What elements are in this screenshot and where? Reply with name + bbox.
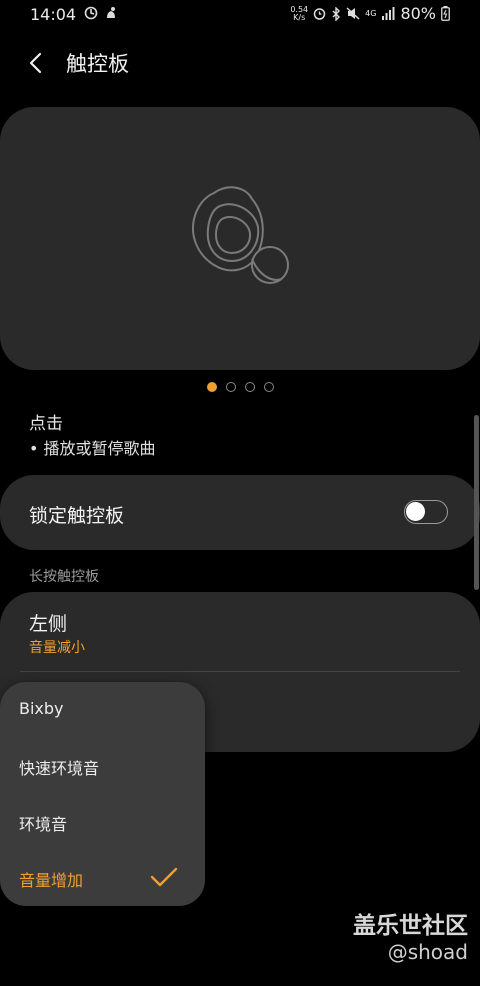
battery-icon xyxy=(441,6,450,21)
tap-gesture-title: 点击 xyxy=(29,414,63,434)
menu-item-volume-up[interactable]: 音量增加 xyxy=(0,850,205,906)
notification-icon xyxy=(107,7,115,18)
back-arrow-icon xyxy=(29,52,42,74)
checkmark-icon xyxy=(150,867,178,887)
back-button[interactable] xyxy=(18,46,52,80)
long-press-options-menu: Bixby 快速环境音 环境音 音量增加 xyxy=(0,682,205,906)
network-type: 4G xyxy=(365,8,377,18)
page-indicator xyxy=(207,382,274,392)
menu-item-label: Bixby xyxy=(19,699,64,718)
bluetooth-icon xyxy=(332,6,341,21)
lock-touchpad-toggle[interactable] xyxy=(404,500,448,524)
menu-item-label: 快速环境音 xyxy=(19,759,100,778)
network-type-label: 4G xyxy=(365,8,377,18)
page-dot-1[interactable] xyxy=(207,382,217,392)
watermark-user: @shoad xyxy=(387,940,468,964)
divider xyxy=(20,671,460,672)
status-left-icons xyxy=(84,6,118,20)
long-press-left-value: 音量减小 xyxy=(29,640,85,656)
page-dot-4[interactable] xyxy=(264,382,274,392)
status-right-icons: 0.54 K/s 4G 80% xyxy=(290,4,450,23)
page-dot-3[interactable] xyxy=(245,382,255,392)
page-title: 触控板 xyxy=(66,52,129,76)
lock-touchpad-row[interactable]: 锁定触控板 xyxy=(0,475,480,550)
scrollbar[interactable] xyxy=(474,415,479,590)
menu-item-bixby[interactable]: Bixby xyxy=(0,682,205,738)
lock-touchpad-label: 锁定触控板 xyxy=(29,505,125,527)
earbud-icon xyxy=(192,186,289,284)
menu-item-quick-ambient[interactable]: 快速环境音 xyxy=(0,738,205,794)
long-press-left-title: 左侧 xyxy=(29,613,68,635)
watermark-brand: 盖乐世社区 xyxy=(353,913,468,939)
status-time: 14:04 xyxy=(30,5,77,24)
menu-item-label: 环境音 xyxy=(19,815,68,834)
network-speed-unit: K/s xyxy=(293,12,306,22)
signal-icon xyxy=(382,7,395,20)
alarm-icon xyxy=(313,8,326,20)
status-bar: 14:04 0.54 K/s 4G 80% xyxy=(0,0,480,30)
toggle-knob xyxy=(406,502,425,521)
tap-gesture-description: • 播放或暂停歌曲 xyxy=(29,439,156,458)
sync-icon xyxy=(84,6,98,20)
mute-icon xyxy=(346,7,360,20)
long-press-section-title: 长按触控板 xyxy=(29,569,99,585)
menu-item-ambient[interactable]: 环境音 xyxy=(0,794,205,850)
app-header: 触控板 xyxy=(0,40,480,84)
page-dot-2[interactable] xyxy=(226,382,236,392)
menu-item-label: 音量增加 xyxy=(19,871,84,890)
network-speed: 0.54 K/s xyxy=(290,5,308,22)
battery-percent: 80% xyxy=(400,4,436,23)
